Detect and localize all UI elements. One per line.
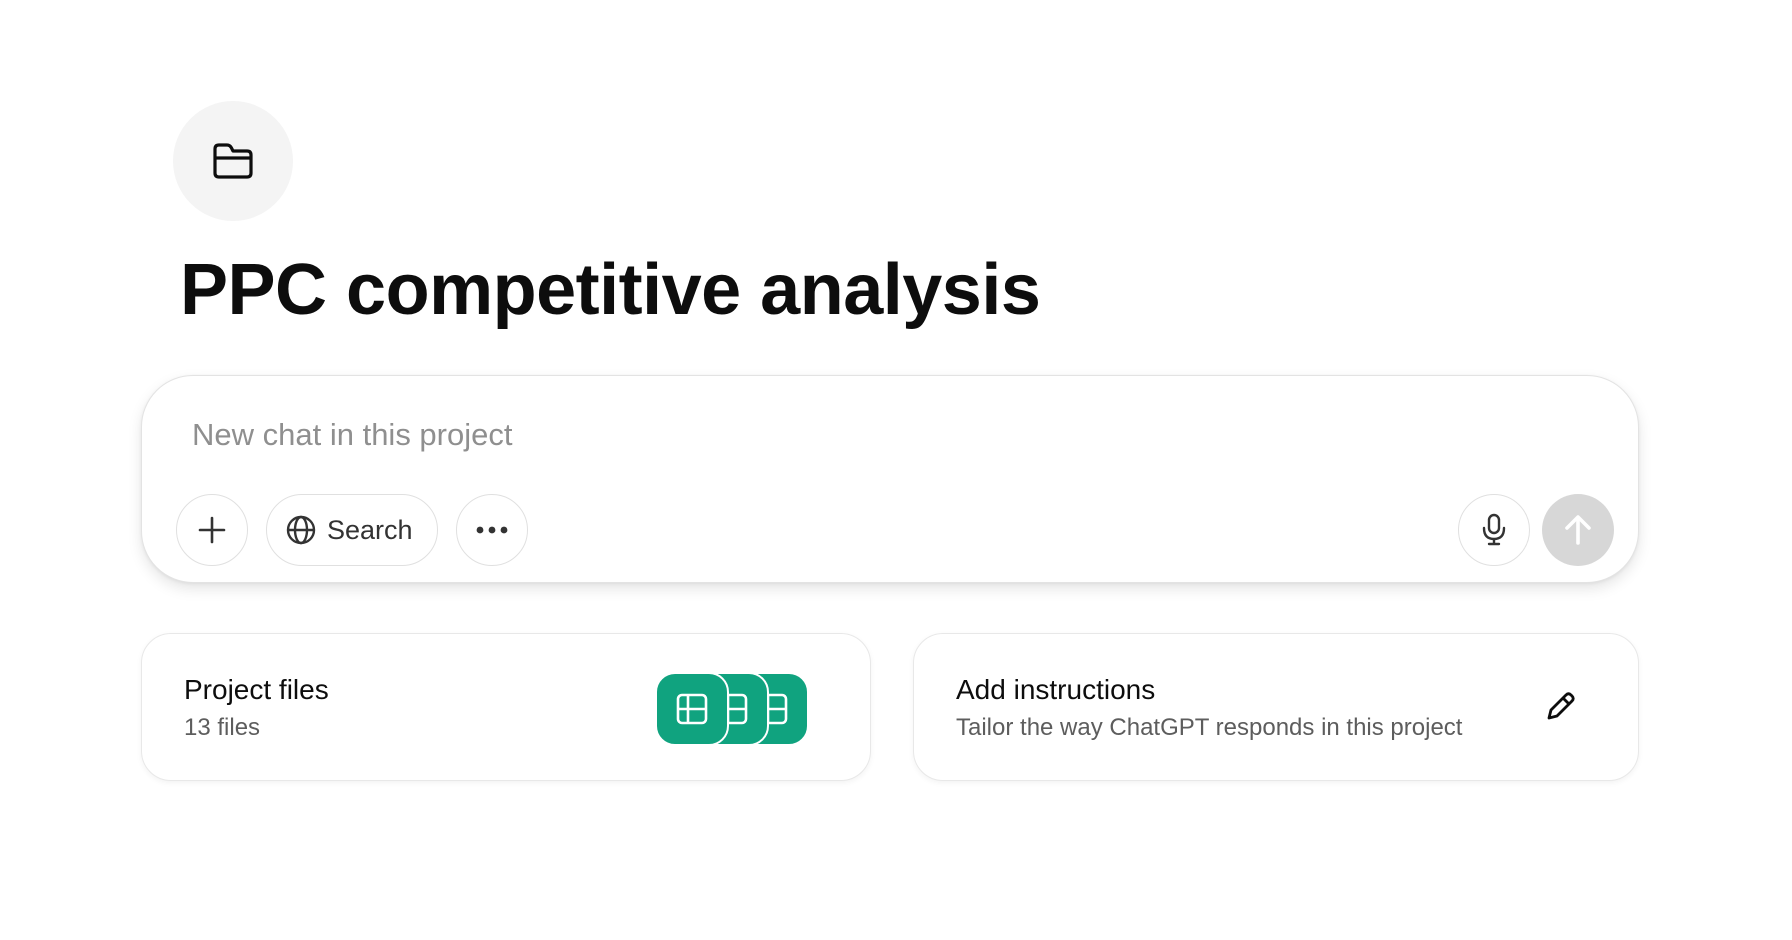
add-instructions-title: Add instructions	[956, 674, 1156, 705]
chat-composer: Search	[141, 375, 1639, 583]
ellipsis-icon	[476, 526, 508, 534]
plus-icon	[198, 516, 226, 544]
file-thumbnail	[655, 672, 729, 746]
spreadsheet-icon	[676, 693, 708, 725]
more-options-button[interactable]	[456, 494, 528, 566]
project-files-card[interactable]: Project files 13 files	[141, 633, 871, 781]
search-button-label: Search	[327, 514, 413, 545]
arrow-up-icon	[1565, 515, 1591, 545]
project-page: PPC competitive analysis Search	[0, 0, 1792, 940]
folder-icon	[213, 143, 253, 179]
project-files-count: 13 files	[184, 714, 261, 741]
page-title: PPC competitive analysis	[180, 250, 1041, 330]
pencil-icon	[1547, 692, 1575, 720]
voice-input-button[interactable]	[1458, 494, 1530, 566]
globe-icon	[286, 515, 316, 545]
search-button[interactable]: Search	[266, 494, 438, 566]
microphone-icon	[1482, 513, 1506, 546]
add-instructions-description: Tailor the way ChatGPT responds in this …	[956, 714, 1463, 741]
attach-button[interactable]	[176, 494, 248, 566]
chat-input[interactable]	[192, 410, 1492, 460]
send-button[interactable]	[1542, 494, 1614, 566]
add-instructions-card[interactable]: Add instructions Tailor the way ChatGPT …	[913, 633, 1639, 781]
project-files-title: Project files	[184, 674, 329, 705]
project-icon[interactable]	[173, 101, 293, 221]
